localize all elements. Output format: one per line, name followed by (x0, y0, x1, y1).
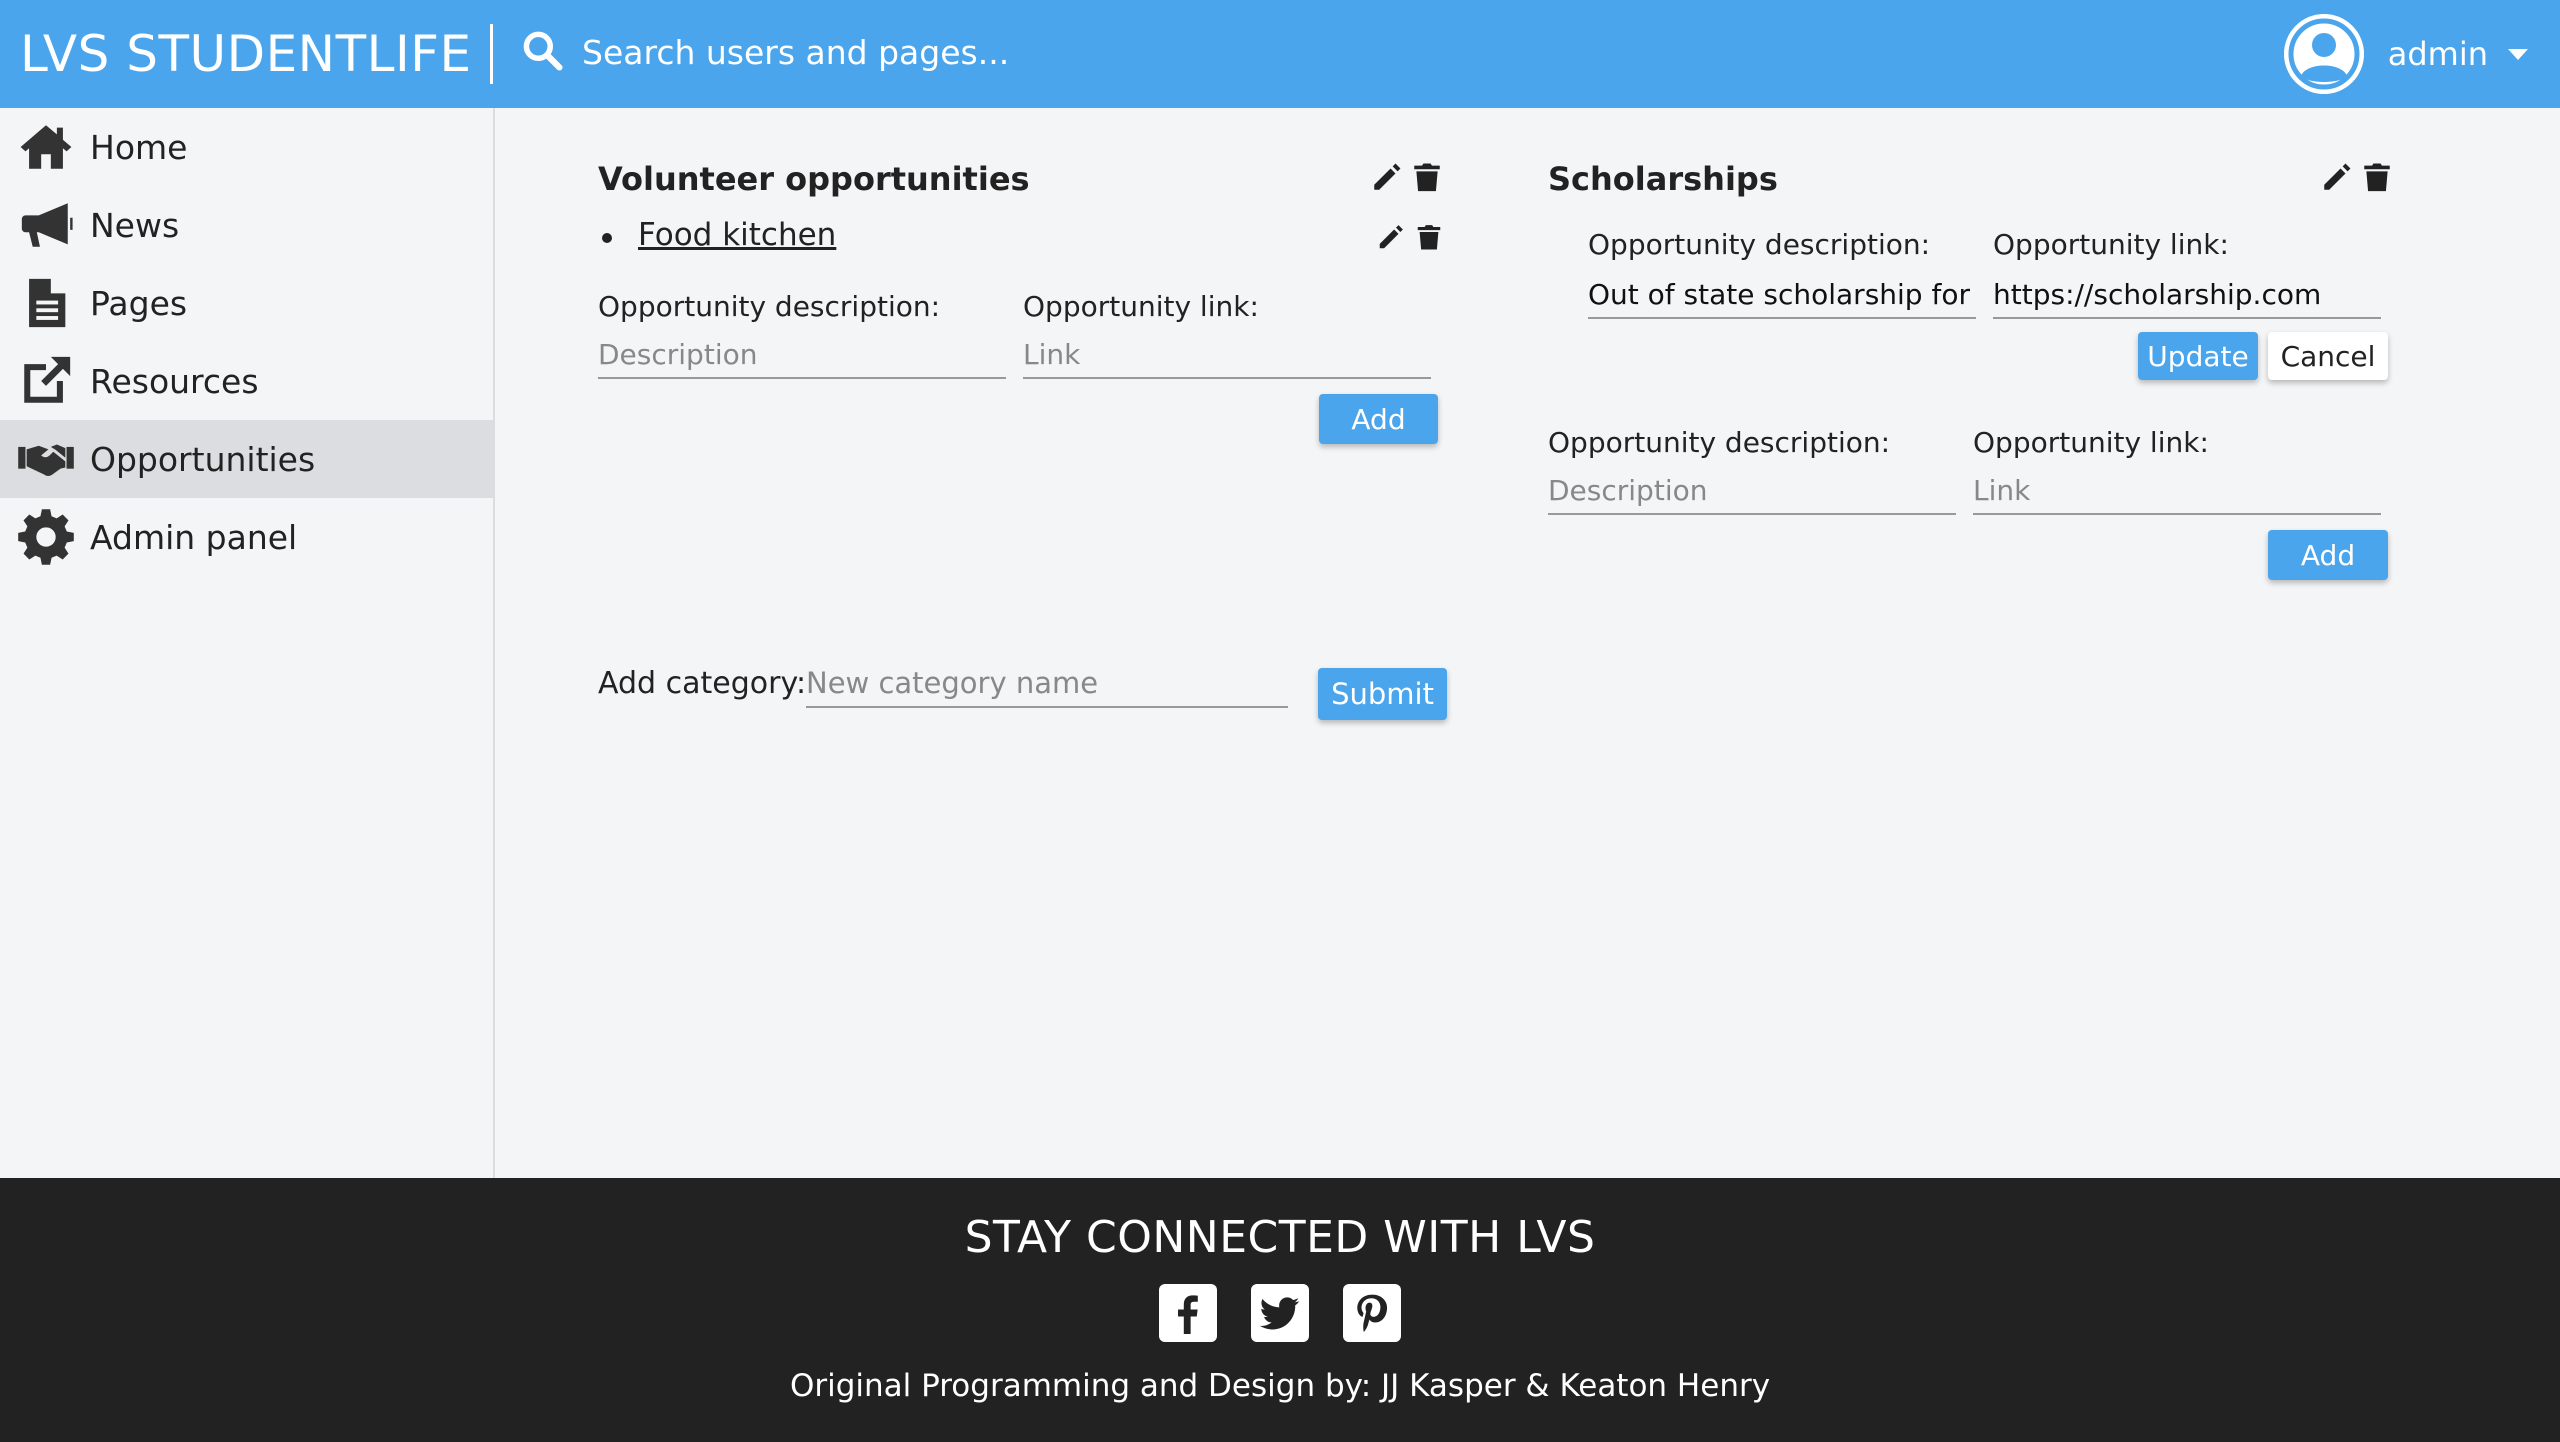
footer-credits: Original Programming and Design by: JJ K… (789, 1368, 1771, 1404)
update-button[interactable]: Update (2138, 332, 2258, 380)
pencil-icon[interactable] (2320, 160, 2354, 194)
external-link-icon (16, 351, 76, 411)
add-button[interactable]: Add (1319, 394, 1438, 444)
description-input[interactable] (598, 338, 1006, 379)
brand-logo-text[interactable]: LVS STUDENTLIFE (0, 0, 492, 108)
edit-link-input[interactable] (1993, 278, 2381, 319)
submit-category-button[interactable]: Submit (1318, 668, 1447, 720)
avatar-icon[interactable] (2283, 14, 2364, 94)
description-label: Opportunity description: (1548, 426, 1891, 459)
category-title-volunteer: Volunteer opportunities (598, 160, 1030, 198)
list-bullet (602, 233, 612, 243)
top-nav-bar: LVS STUDENTLIFE admin (0, 0, 2560, 108)
sidebar-item-resources[interactable]: Resources (0, 342, 493, 420)
gear-icon (16, 507, 76, 567)
sidebar-item-admin-panel[interactable]: Admin panel (0, 498, 493, 576)
link-label: Opportunity link: (1973, 426, 2209, 459)
header-divider (490, 24, 493, 84)
facebook-icon[interactable] (1159, 1284, 1217, 1342)
sidebar-item-label: News (90, 205, 180, 245)
user-name[interactable]: admin (2388, 35, 2488, 73)
opportunity-link-food-kitchen[interactable]: Food kitchen (638, 217, 836, 253)
pinterest-icon[interactable] (1343, 1284, 1401, 1342)
sidebar-item-pages[interactable]: Pages (0, 264, 493, 342)
footer-title: STAY CONNECTED WITH LVS (964, 1212, 1596, 1263)
chevron-down-icon[interactable] (2508, 48, 2528, 60)
search-bar (520, 28, 1282, 76)
user-menu[interactable]: admin (2283, 14, 2528, 94)
description-label: Opportunity description: (598, 290, 941, 323)
description-input[interactable] (1548, 474, 1956, 515)
home-icon (16, 117, 76, 177)
link-input[interactable] (1023, 338, 1431, 379)
sidebar-item-label: Admin panel (90, 517, 298, 557)
footer: STAY CONNECTED WITH LVS Original Program… (0, 1178, 2560, 1442)
trash-icon[interactable] (1414, 222, 1444, 252)
category-title-scholarships: Scholarships (1548, 160, 1778, 198)
twitter-icon[interactable] (1251, 1284, 1309, 1342)
add-category-label: Add category: (598, 666, 807, 701)
sidebar-item-label: Pages (90, 283, 188, 323)
sidebar-item-home[interactable]: Home (0, 108, 493, 186)
cancel-button[interactable]: Cancel (2268, 332, 2388, 380)
new-category-input[interactable] (806, 666, 1288, 708)
trash-icon[interactable] (1410, 160, 1444, 194)
link-input[interactable] (1973, 474, 2381, 515)
sidebar-item-news[interactable]: News (0, 186, 493, 264)
handshake-icon (16, 429, 76, 489)
link-label: Opportunity link: (1023, 290, 1259, 323)
sidebar-item-label: Opportunities (90, 439, 316, 479)
add-button[interactable]: Add (2268, 530, 2388, 580)
sidebar-item-label: Resources (90, 361, 259, 401)
social-links (0, 1284, 2560, 1342)
document-icon (16, 273, 76, 333)
edit-link-label: Opportunity link: (1993, 228, 2229, 261)
sidebar-item-label: Home (90, 127, 188, 167)
search-input[interactable] (582, 32, 1282, 72)
sidebar-item-opportunities[interactable]: Opportunities (0, 420, 493, 498)
pencil-icon[interactable] (1370, 160, 1404, 194)
edit-description-input[interactable] (1588, 278, 1976, 319)
megaphone-icon (16, 195, 76, 255)
sidebar: Home News Pages Resources Opportunities … (0, 108, 495, 1178)
edit-description-label: Opportunity description: (1588, 228, 1931, 261)
pencil-icon[interactable] (1376, 222, 1406, 252)
search-icon[interactable] (520, 28, 564, 76)
trash-icon[interactable] (2360, 160, 2394, 194)
